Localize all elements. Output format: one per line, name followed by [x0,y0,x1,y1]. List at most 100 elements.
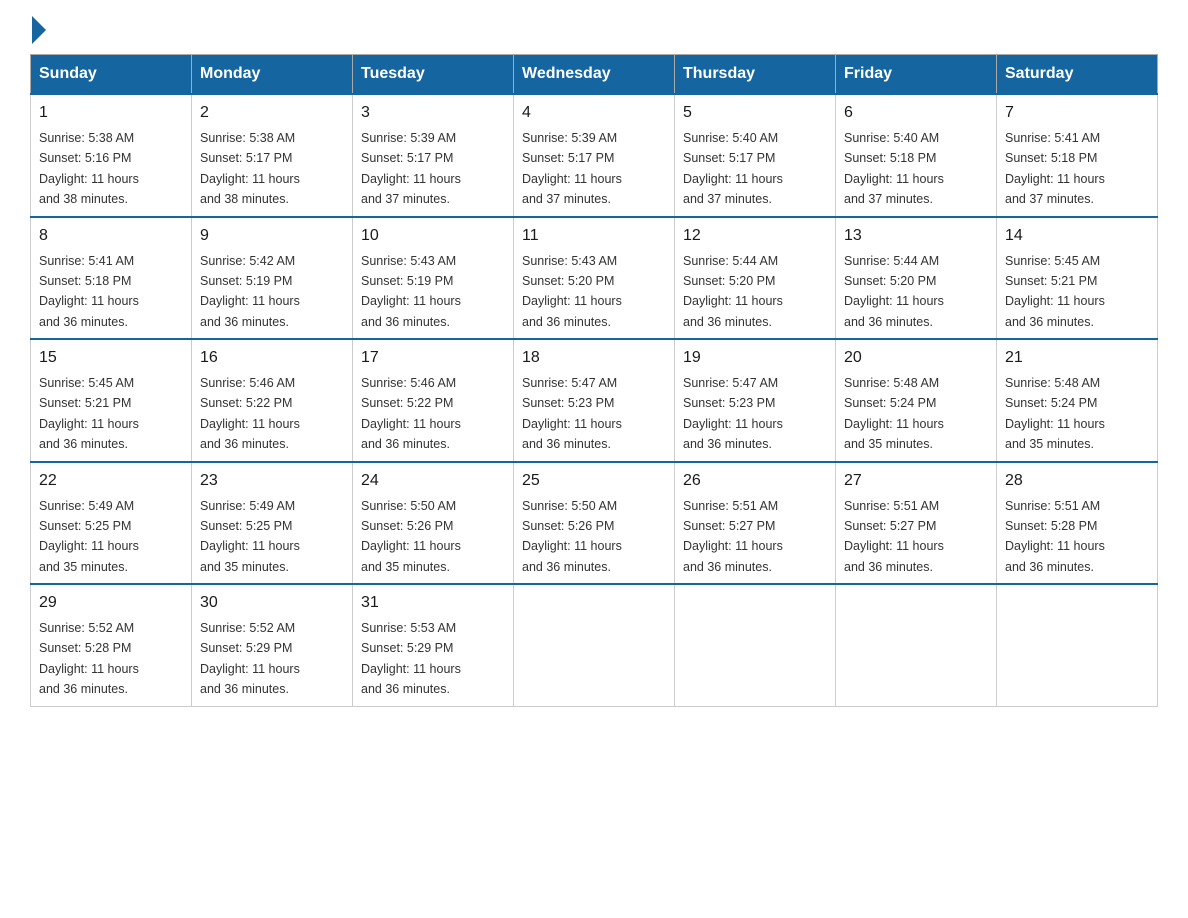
day-of-week-header: Saturday [997,55,1158,95]
day-number: 19 [683,346,827,370]
day-info: Sunrise: 5:49 AMSunset: 5:25 PMDaylight:… [200,499,300,574]
day-of-week-header: Sunday [31,55,192,95]
calendar-week-row: 8 Sunrise: 5:41 AMSunset: 5:18 PMDayligh… [31,217,1158,340]
calendar-day-cell: 4 Sunrise: 5:39 AMSunset: 5:17 PMDayligh… [514,94,675,217]
day-number: 26 [683,469,827,493]
day-info: Sunrise: 5:46 AMSunset: 5:22 PMDaylight:… [361,376,461,451]
day-number: 6 [844,101,988,125]
calendar-day-cell: 25 Sunrise: 5:50 AMSunset: 5:26 PMDaylig… [514,462,675,585]
day-info: Sunrise: 5:49 AMSunset: 5:25 PMDaylight:… [39,499,139,574]
page-header [30,20,1158,44]
day-number: 29 [39,591,183,615]
day-of-week-header: Wednesday [514,55,675,95]
day-number: 30 [200,591,344,615]
calendar-day-cell: 28 Sunrise: 5:51 AMSunset: 5:28 PMDaylig… [997,462,1158,585]
calendar-day-cell: 8 Sunrise: 5:41 AMSunset: 5:18 PMDayligh… [31,217,192,340]
day-info: Sunrise: 5:39 AMSunset: 5:17 PMDaylight:… [361,131,461,206]
day-number: 22 [39,469,183,493]
day-of-week-header: Monday [192,55,353,95]
day-of-week-header: Thursday [675,55,836,95]
day-number: 13 [844,224,988,248]
calendar-day-cell: 18 Sunrise: 5:47 AMSunset: 5:23 PMDaylig… [514,339,675,462]
day-number: 28 [1005,469,1149,493]
day-number: 8 [39,224,183,248]
day-number: 31 [361,591,505,615]
calendar-day-cell: 31 Sunrise: 5:53 AMSunset: 5:29 PMDaylig… [353,584,514,706]
day-info: Sunrise: 5:47 AMSunset: 5:23 PMDaylight:… [522,376,622,451]
day-info: Sunrise: 5:40 AMSunset: 5:18 PMDaylight:… [844,131,944,206]
calendar-day-cell [675,584,836,706]
day-info: Sunrise: 5:51 AMSunset: 5:27 PMDaylight:… [683,499,783,574]
day-number: 16 [200,346,344,370]
calendar-day-cell: 12 Sunrise: 5:44 AMSunset: 5:20 PMDaylig… [675,217,836,340]
logo [30,20,48,44]
day-info: Sunrise: 5:53 AMSunset: 5:29 PMDaylight:… [361,621,461,696]
day-info: Sunrise: 5:43 AMSunset: 5:19 PMDaylight:… [361,254,461,329]
day-number: 15 [39,346,183,370]
calendar-day-cell [997,584,1158,706]
calendar-day-cell: 21 Sunrise: 5:48 AMSunset: 5:24 PMDaylig… [997,339,1158,462]
calendar-day-cell: 2 Sunrise: 5:38 AMSunset: 5:17 PMDayligh… [192,94,353,217]
calendar-day-cell: 5 Sunrise: 5:40 AMSunset: 5:17 PMDayligh… [675,94,836,217]
calendar-day-cell: 6 Sunrise: 5:40 AMSunset: 5:18 PMDayligh… [836,94,997,217]
day-info: Sunrise: 5:44 AMSunset: 5:20 PMDaylight:… [844,254,944,329]
day-info: Sunrise: 5:39 AMSunset: 5:17 PMDaylight:… [522,131,622,206]
calendar-week-row: 22 Sunrise: 5:49 AMSunset: 5:25 PMDaylig… [31,462,1158,585]
day-info: Sunrise: 5:46 AMSunset: 5:22 PMDaylight:… [200,376,300,451]
day-number: 10 [361,224,505,248]
day-number: 14 [1005,224,1149,248]
calendar-day-cell: 11 Sunrise: 5:43 AMSunset: 5:20 PMDaylig… [514,217,675,340]
calendar-day-cell: 13 Sunrise: 5:44 AMSunset: 5:20 PMDaylig… [836,217,997,340]
calendar-table: SundayMondayTuesdayWednesdayThursdayFrid… [30,54,1158,707]
day-info: Sunrise: 5:41 AMSunset: 5:18 PMDaylight:… [39,254,139,329]
calendar-day-cell: 15 Sunrise: 5:45 AMSunset: 5:21 PMDaylig… [31,339,192,462]
day-number: 3 [361,101,505,125]
day-number: 27 [844,469,988,493]
day-number: 23 [200,469,344,493]
day-info: Sunrise: 5:50 AMSunset: 5:26 PMDaylight:… [522,499,622,574]
calendar-day-cell: 10 Sunrise: 5:43 AMSunset: 5:19 PMDaylig… [353,217,514,340]
day-number: 17 [361,346,505,370]
day-info: Sunrise: 5:42 AMSunset: 5:19 PMDaylight:… [200,254,300,329]
day-info: Sunrise: 5:43 AMSunset: 5:20 PMDaylight:… [522,254,622,329]
calendar-day-cell [514,584,675,706]
day-number: 25 [522,469,666,493]
day-number: 12 [683,224,827,248]
calendar-day-cell: 26 Sunrise: 5:51 AMSunset: 5:27 PMDaylig… [675,462,836,585]
day-of-week-header: Tuesday [353,55,514,95]
day-number: 9 [200,224,344,248]
day-number: 18 [522,346,666,370]
calendar-day-cell: 3 Sunrise: 5:39 AMSunset: 5:17 PMDayligh… [353,94,514,217]
calendar-day-cell: 16 Sunrise: 5:46 AMSunset: 5:22 PMDaylig… [192,339,353,462]
day-info: Sunrise: 5:38 AMSunset: 5:16 PMDaylight:… [39,131,139,206]
logo-arrow-icon [32,16,46,44]
day-info: Sunrise: 5:51 AMSunset: 5:27 PMDaylight:… [844,499,944,574]
calendar-day-cell: 29 Sunrise: 5:52 AMSunset: 5:28 PMDaylig… [31,584,192,706]
day-info: Sunrise: 5:48 AMSunset: 5:24 PMDaylight:… [844,376,944,451]
day-number: 7 [1005,101,1149,125]
day-number: 21 [1005,346,1149,370]
day-info: Sunrise: 5:47 AMSunset: 5:23 PMDaylight:… [683,376,783,451]
day-number: 11 [522,224,666,248]
day-info: Sunrise: 5:52 AMSunset: 5:29 PMDaylight:… [200,621,300,696]
calendar-day-cell: 23 Sunrise: 5:49 AMSunset: 5:25 PMDaylig… [192,462,353,585]
calendar-day-cell [836,584,997,706]
calendar-day-cell: 9 Sunrise: 5:42 AMSunset: 5:19 PMDayligh… [192,217,353,340]
calendar-day-cell: 7 Sunrise: 5:41 AMSunset: 5:18 PMDayligh… [997,94,1158,217]
day-number: 1 [39,101,183,125]
calendar-day-cell: 1 Sunrise: 5:38 AMSunset: 5:16 PMDayligh… [31,94,192,217]
day-info: Sunrise: 5:45 AMSunset: 5:21 PMDaylight:… [39,376,139,451]
calendar-day-cell: 30 Sunrise: 5:52 AMSunset: 5:29 PMDaylig… [192,584,353,706]
calendar-day-cell: 17 Sunrise: 5:46 AMSunset: 5:22 PMDaylig… [353,339,514,462]
calendar-day-cell: 19 Sunrise: 5:47 AMSunset: 5:23 PMDaylig… [675,339,836,462]
calendar-day-cell: 22 Sunrise: 5:49 AMSunset: 5:25 PMDaylig… [31,462,192,585]
day-info: Sunrise: 5:50 AMSunset: 5:26 PMDaylight:… [361,499,461,574]
calendar-day-cell: 24 Sunrise: 5:50 AMSunset: 5:26 PMDaylig… [353,462,514,585]
calendar-week-row: 1 Sunrise: 5:38 AMSunset: 5:16 PMDayligh… [31,94,1158,217]
day-info: Sunrise: 5:52 AMSunset: 5:28 PMDaylight:… [39,621,139,696]
day-number: 2 [200,101,344,125]
day-number: 20 [844,346,988,370]
calendar-day-cell: 20 Sunrise: 5:48 AMSunset: 5:24 PMDaylig… [836,339,997,462]
day-of-week-header: Friday [836,55,997,95]
day-number: 5 [683,101,827,125]
